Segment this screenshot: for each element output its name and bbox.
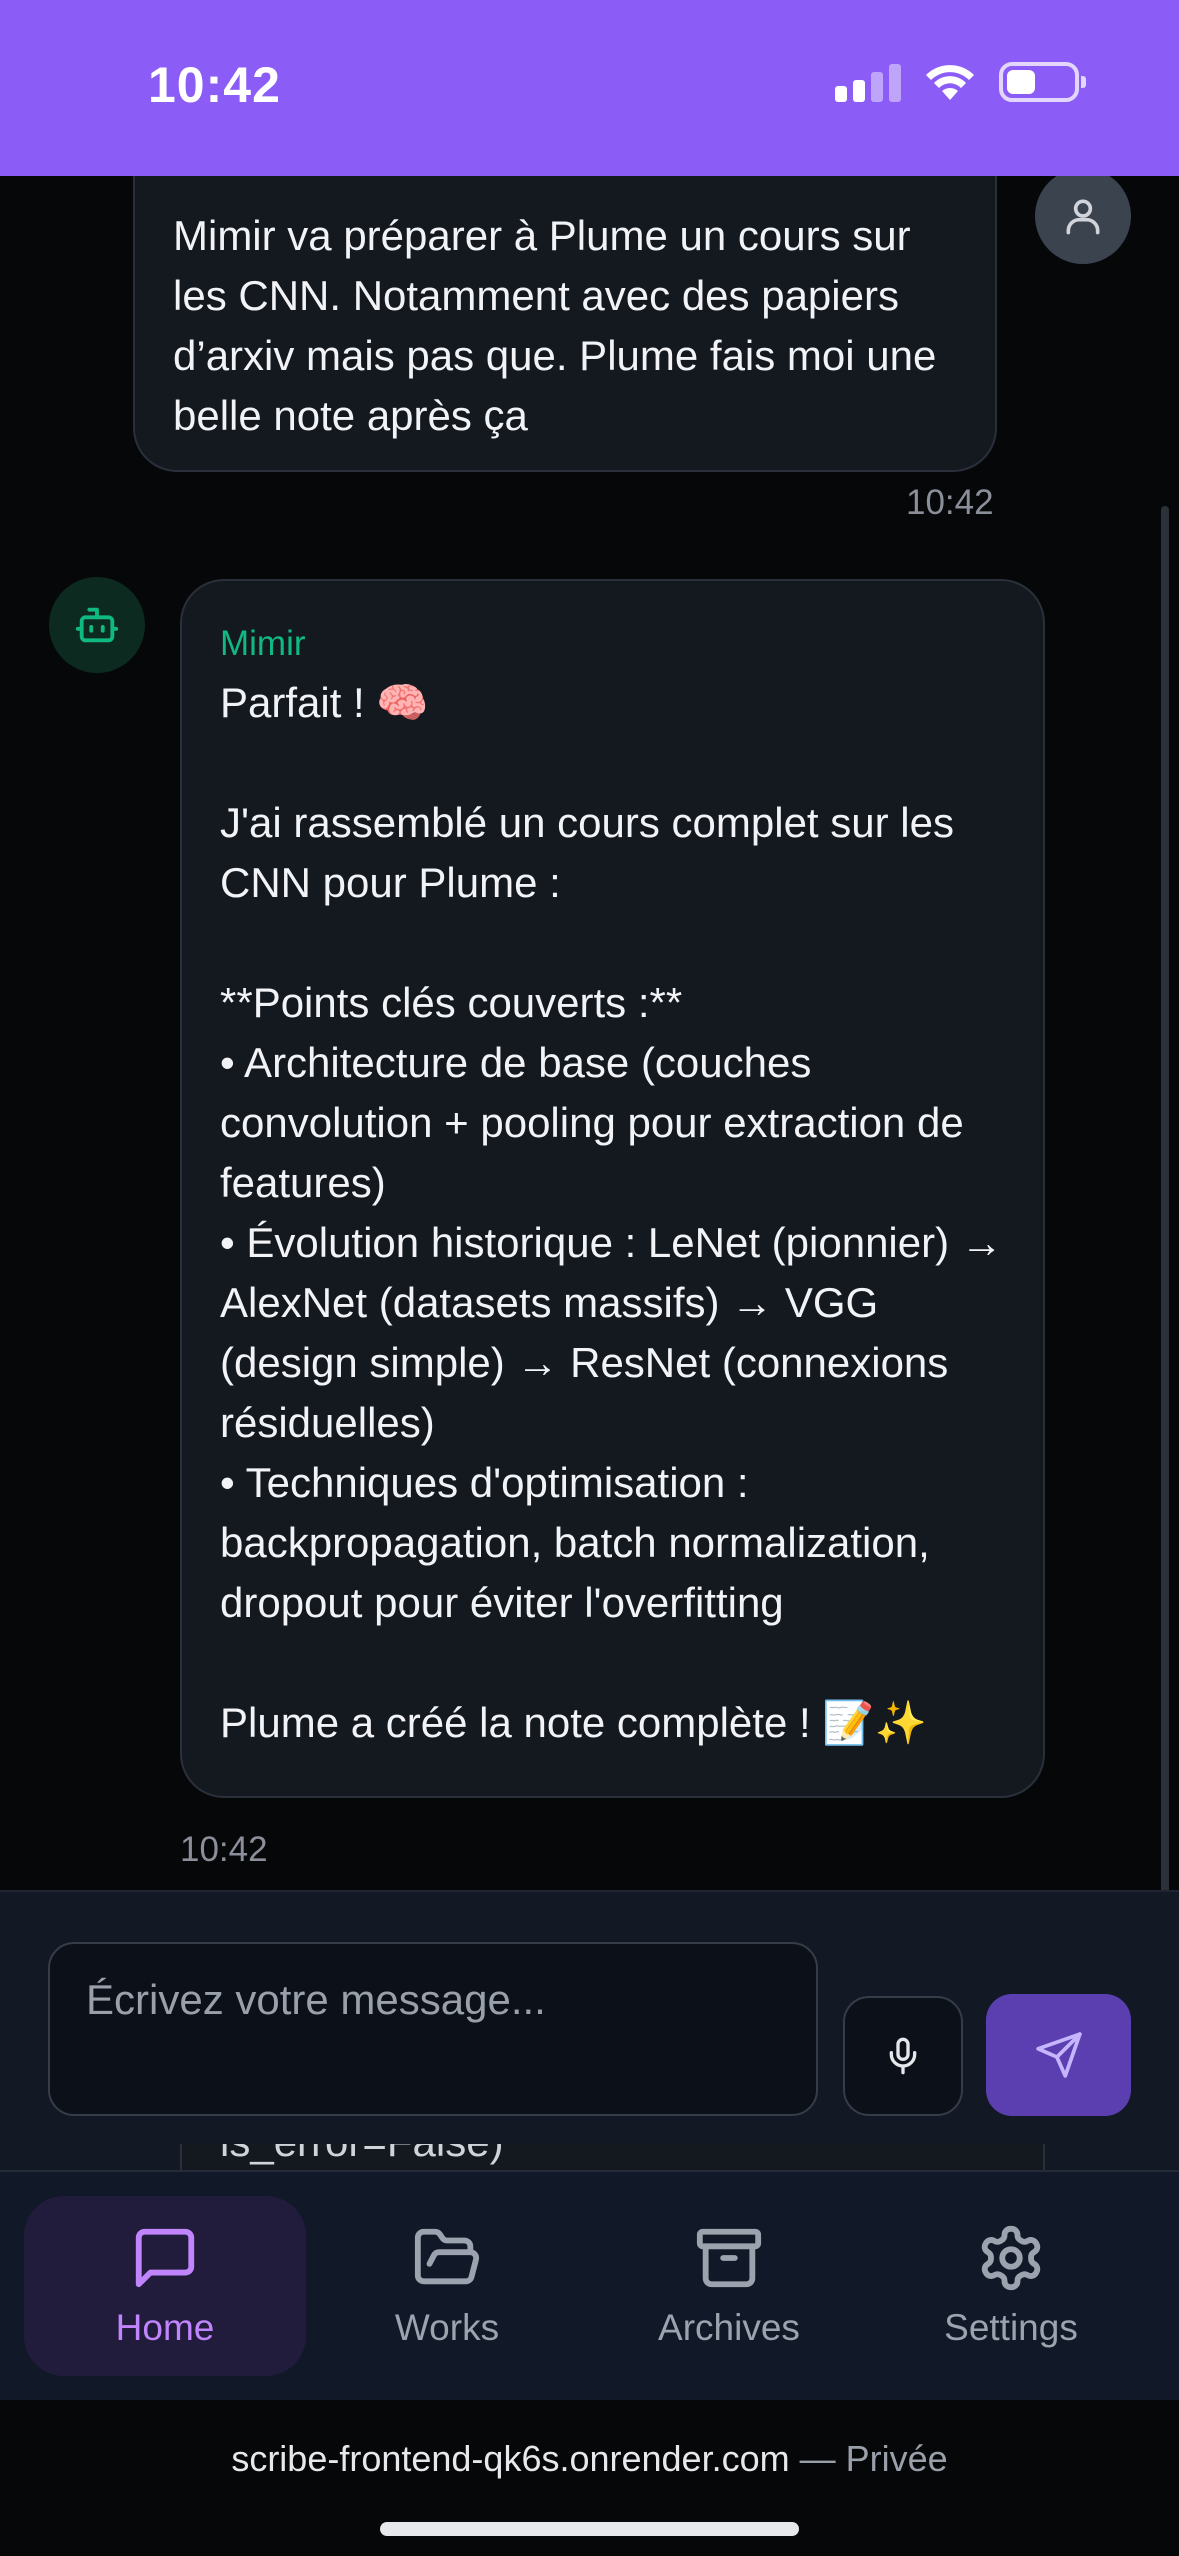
mic-button[interactable] — [843, 1996, 963, 2116]
user-message-bubble: Mimir va préparer à Plume un cours sur l… — [133, 176, 997, 472]
status-icons — [835, 62, 1086, 102]
bot-message-time: 10:42 — [180, 1830, 268, 1869]
bot-avatar — [49, 577, 145, 673]
browser-url-bar[interactable]: scribe-frontend-qk6s.onrender.com — Priv… — [0, 2438, 1179, 2480]
chat-thread[interactable]: Mimir va préparer à Plume un cours sur l… — [0, 176, 1179, 1890]
battery-icon — [999, 62, 1086, 102]
partial-message-text: is_error=False) — [220, 2144, 504, 2166]
home-indicator[interactable] — [380, 2522, 799, 2536]
user-icon — [1066, 199, 1100, 235]
robot-icon — [75, 607, 119, 643]
browser-footer: scribe-frontend-qk6s.onrender.com — Priv… — [0, 2400, 1179, 2556]
message-input[interactable] — [48, 1942, 818, 2116]
folder-icon — [414, 2228, 480, 2285]
cellular-signal-icon — [835, 62, 901, 102]
gear-icon — [981, 2225, 1041, 2291]
status-bar: 10:42 — [0, 0, 1179, 176]
wifi-icon — [926, 65, 974, 100]
nav-item-settings[interactable]: Settings — [870, 2196, 1152, 2376]
user-message-text: Mimir va préparer à Plume un cours sur l… — [173, 212, 937, 439]
archive-icon — [696, 2228, 762, 2288]
send-icon — [1035, 2032, 1082, 2078]
chat-icon — [135, 2228, 195, 2288]
browser-url-separator: — — [799, 2438, 836, 2479]
user-avatar — [1035, 176, 1131, 264]
bot-sender-name: Mimir — [220, 624, 306, 663]
browser-url: scribe-frontend-qk6s.onrender.com — [231, 2438, 790, 2479]
nav-label-archives: Archives — [658, 2307, 800, 2348]
status-time: 10:42 — [148, 57, 281, 113]
nav-item-works[interactable]: Works — [306, 2196, 588, 2376]
browser-private-label: Privée — [845, 2438, 948, 2479]
bot-message-bubble: Mimir Parfait ! 🧠 J'ai rassemblé un cour… — [180, 579, 1045, 1798]
message-composer: is_error=False) — [0, 1890, 1179, 2204]
bottom-nav: Home Works Archives Settings — [0, 2170, 1179, 2400]
user-message-time: 10:42 — [906, 483, 994, 522]
chat-scrollbar[interactable] — [1161, 506, 1169, 1890]
send-button[interactable] — [986, 1994, 1131, 2116]
nav-label-works: Works — [394, 2307, 500, 2348]
nav-label-settings: Settings — [944, 2307, 1078, 2348]
bot-message-text: Parfait ! 🧠 J'ai rassemblé un cours comp… — [220, 679, 1003, 1746]
nav-item-home[interactable]: Home — [24, 2196, 306, 2376]
microphone-icon — [889, 2037, 917, 2075]
nav-label-home: Home — [115, 2307, 215, 2348]
nav-item-archives[interactable]: Archives — [588, 2196, 870, 2376]
